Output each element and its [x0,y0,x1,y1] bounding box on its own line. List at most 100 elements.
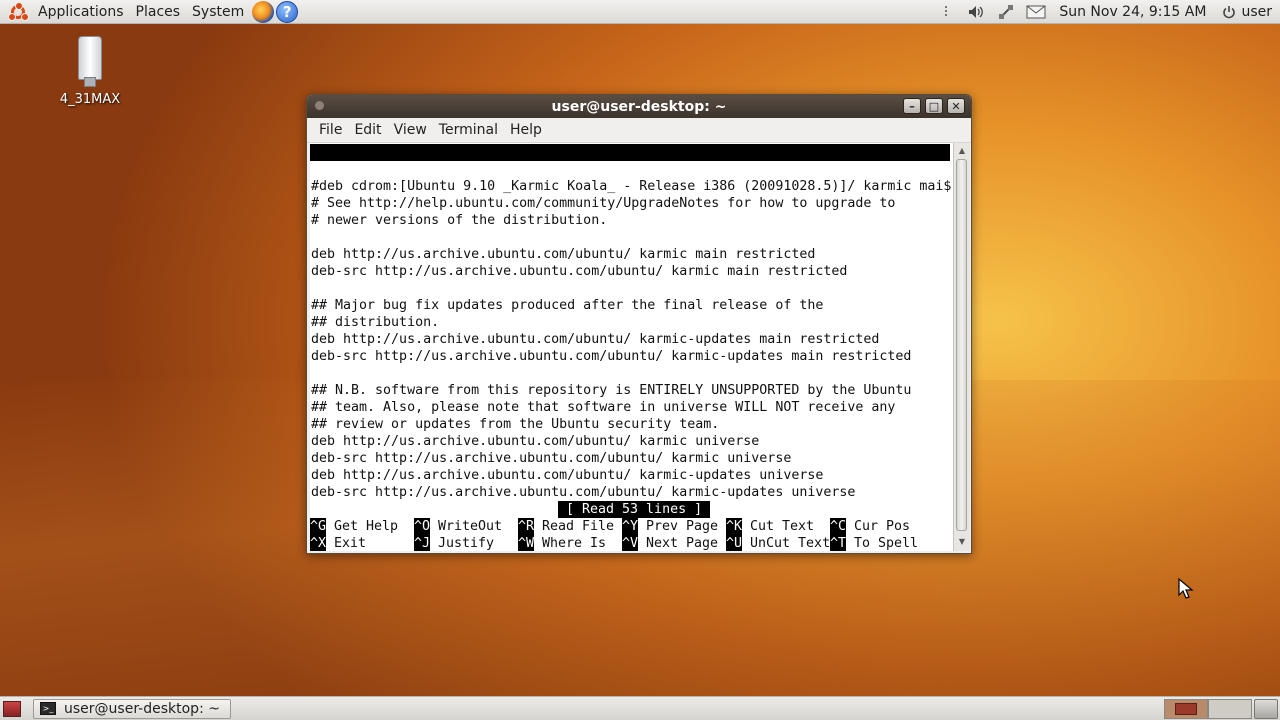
nano-line: deb-src http://us.archive.ubuntu.com/ubu… [311,264,848,279]
terminal-scrollbar[interactable]: ▲ ▼ [953,143,970,551]
nano-line: deb http://us.archive.ubuntu.com/ubuntu/… [311,468,824,483]
scroll-up-icon[interactable]: ▲ [957,146,967,156]
shortcut-item: ^X Exit [310,535,414,551]
mail-icon[interactable] [1026,3,1046,21]
shortcut-label: Get Help [334,519,399,534]
user-menu[interactable]: user [1241,0,1280,24]
nano-line [311,280,951,297]
nano-line [311,365,951,382]
window-title: user@user-desktop: ~ [551,98,727,115]
menu-terminal[interactable]: Terminal [433,122,504,138]
nano-line: ## distribution. [311,315,440,330]
mouse-cursor-icon [1178,578,1194,599]
menu-view[interactable]: View [388,122,433,138]
scroll-down-icon[interactable]: ▼ [957,537,967,547]
firefox-icon[interactable] [252,0,275,23]
applications-menu[interactable]: Applications [32,0,130,24]
ubuntu-logo-icon[interactable] [8,1,29,22]
shortcut-label: Cur Pos [854,519,911,534]
network-icon[interactable] [996,3,1016,21]
shortcut-label: Read File [542,519,615,534]
places-menu[interactable]: Places [130,0,187,24]
shortcut-item: ^T To Spell [830,535,934,551]
workspace-2[interactable] [1208,698,1252,719]
shortcut-key: ^C [830,518,847,535]
close-button[interactable]: ✕ [947,98,965,114]
shortcut-key: ^Y [622,518,639,535]
workspace-switcher [1164,698,1252,719]
help-icon[interactable]: ? [276,0,299,23]
grip-icon [936,3,956,21]
taskbar-terminal-button[interactable]: >_ user@user-desktop: ~ [33,698,231,719]
terminal-content[interactable]: GNU nano 2.0.9 File: /etc/apt/sources.li… [310,143,953,551]
shortcut-item: ^U UnCut Text [726,535,830,551]
nano-line: # newer versions of the distribution. [311,213,608,228]
shortcut-item: ^C Cur Pos [830,518,934,535]
power-icon[interactable] [1219,3,1239,21]
shortcut-key: ^R [518,518,535,535]
shortcut-label: Prev Page [646,519,719,534]
trash-icon[interactable] [1254,698,1278,719]
nano-header: GNU nano 2.0.9 File: /etc/apt/sources.li… [310,144,950,194]
top-panel: Applications Places System ? Sun Nov 24,… [0,0,1280,24]
shortcut-item: ^Y Prev Page [622,518,726,535]
menubar: File Edit View Terminal Help [307,118,971,143]
shortcut-item: ^V Next Page [622,535,726,551]
shortcut-key: ^V [622,535,639,551]
usb-drive-icon [78,36,102,87]
taskbar-terminal-label: user@user-desktop: ~ [64,700,220,717]
shortcut-row: ^X Exit ^J Justify ^W Where Is ^V Next Page ^U Un… [310,535,950,551]
shortcut-key: ^G [310,518,327,535]
shortcut-row: ^G Get Help ^O WriteOut ^R Read File ^Y Prev Pa… [310,518,950,535]
terminal-icon: >_ [40,702,56,715]
nano-line: deb http://us.archive.ubuntu.com/ubuntu/… [311,247,816,262]
nano-version: GNU nano 2.0.9 [326,162,439,177]
scroll-thumb[interactable] [956,159,967,531]
minimize-button[interactable]: – [903,98,921,114]
nano-line: ## Major bug fix updates produced after … [311,298,824,313]
shortcut-item: ^G Get Help [310,518,414,535]
menu-edit[interactable]: Edit [348,122,387,138]
clock[interactable]: Sun Nov 24, 9:15 AM [1051,4,1214,20]
help-glyph: ? [282,2,292,21]
shortcut-key: ^J [414,535,431,551]
shortcut-label: To Spell [854,536,919,551]
shortcut-label: WriteOut [438,519,503,534]
nano-buffer[interactable]: #deb cdrom:[Ubuntu 9.10 _Karmic Koala_ -… [311,178,951,501]
shortcut-key: ^U [726,535,743,551]
system-tray: Sun Nov 24, 9:15 AM user [931,0,1280,24]
usb-drive-desktop-icon[interactable]: 4_31MAX [58,36,122,107]
terminal-window: user@user-desktop: ~ – □ ✕ File Edit Vie… [306,94,972,554]
nano-line: ## N.B. software from this repository is… [311,383,912,398]
shortcut-item: ^W Where Is [518,535,622,551]
shortcut-key: ^W [518,535,535,551]
shortcut-item: ^O WriteOut [414,518,518,535]
shortcut-label: Justify [438,536,495,551]
shortcut-label: Where Is [542,536,607,551]
nano-line: deb-src http://us.archive.ubuntu.com/ubu… [311,349,912,364]
nano-line: deb-src http://us.archive.ubuntu.com/ubu… [311,451,792,466]
nano-line: deb http://us.archive.ubuntu.com/ubuntu/… [311,434,760,449]
volume-icon[interactable] [966,3,986,21]
nano-line: # See http://help.ubuntu.com/community/U… [311,196,896,211]
shortcut-item: ^R Read File [518,518,622,535]
menu-help[interactable]: Help [504,122,548,138]
window-titlebar[interactable]: user@user-desktop: ~ – □ ✕ [307,95,971,118]
bottom-panel: >_ user@user-desktop: ~ [0,696,1280,720]
shortcut-label: Exit [334,536,367,551]
menu-file[interactable]: File [313,122,348,138]
shortcut-key: ^K [726,518,743,535]
nano-line: #deb cdrom:[Ubuntu 9.10 _Karmic Koala_ -… [311,179,952,194]
usb-drive-label: 4_31MAX [59,92,121,107]
workspace-1[interactable] [1164,698,1208,719]
nano-status: [ Read 53 lines ] [558,501,711,518]
shortcut-item: ^J Justify [414,535,518,551]
show-desktop-button[interactable] [3,700,21,717]
nano-line [311,229,951,246]
shortcut-key: ^O [414,518,431,535]
system-menu[interactable]: System [186,0,250,24]
maximize-button[interactable]: □ [925,98,943,114]
shortcut-label: UnCut Text [750,536,831,551]
nano-line: ## team. Also, please note that software… [311,400,896,415]
nano-line: ## review or updates from the Ubuntu sec… [311,417,720,432]
